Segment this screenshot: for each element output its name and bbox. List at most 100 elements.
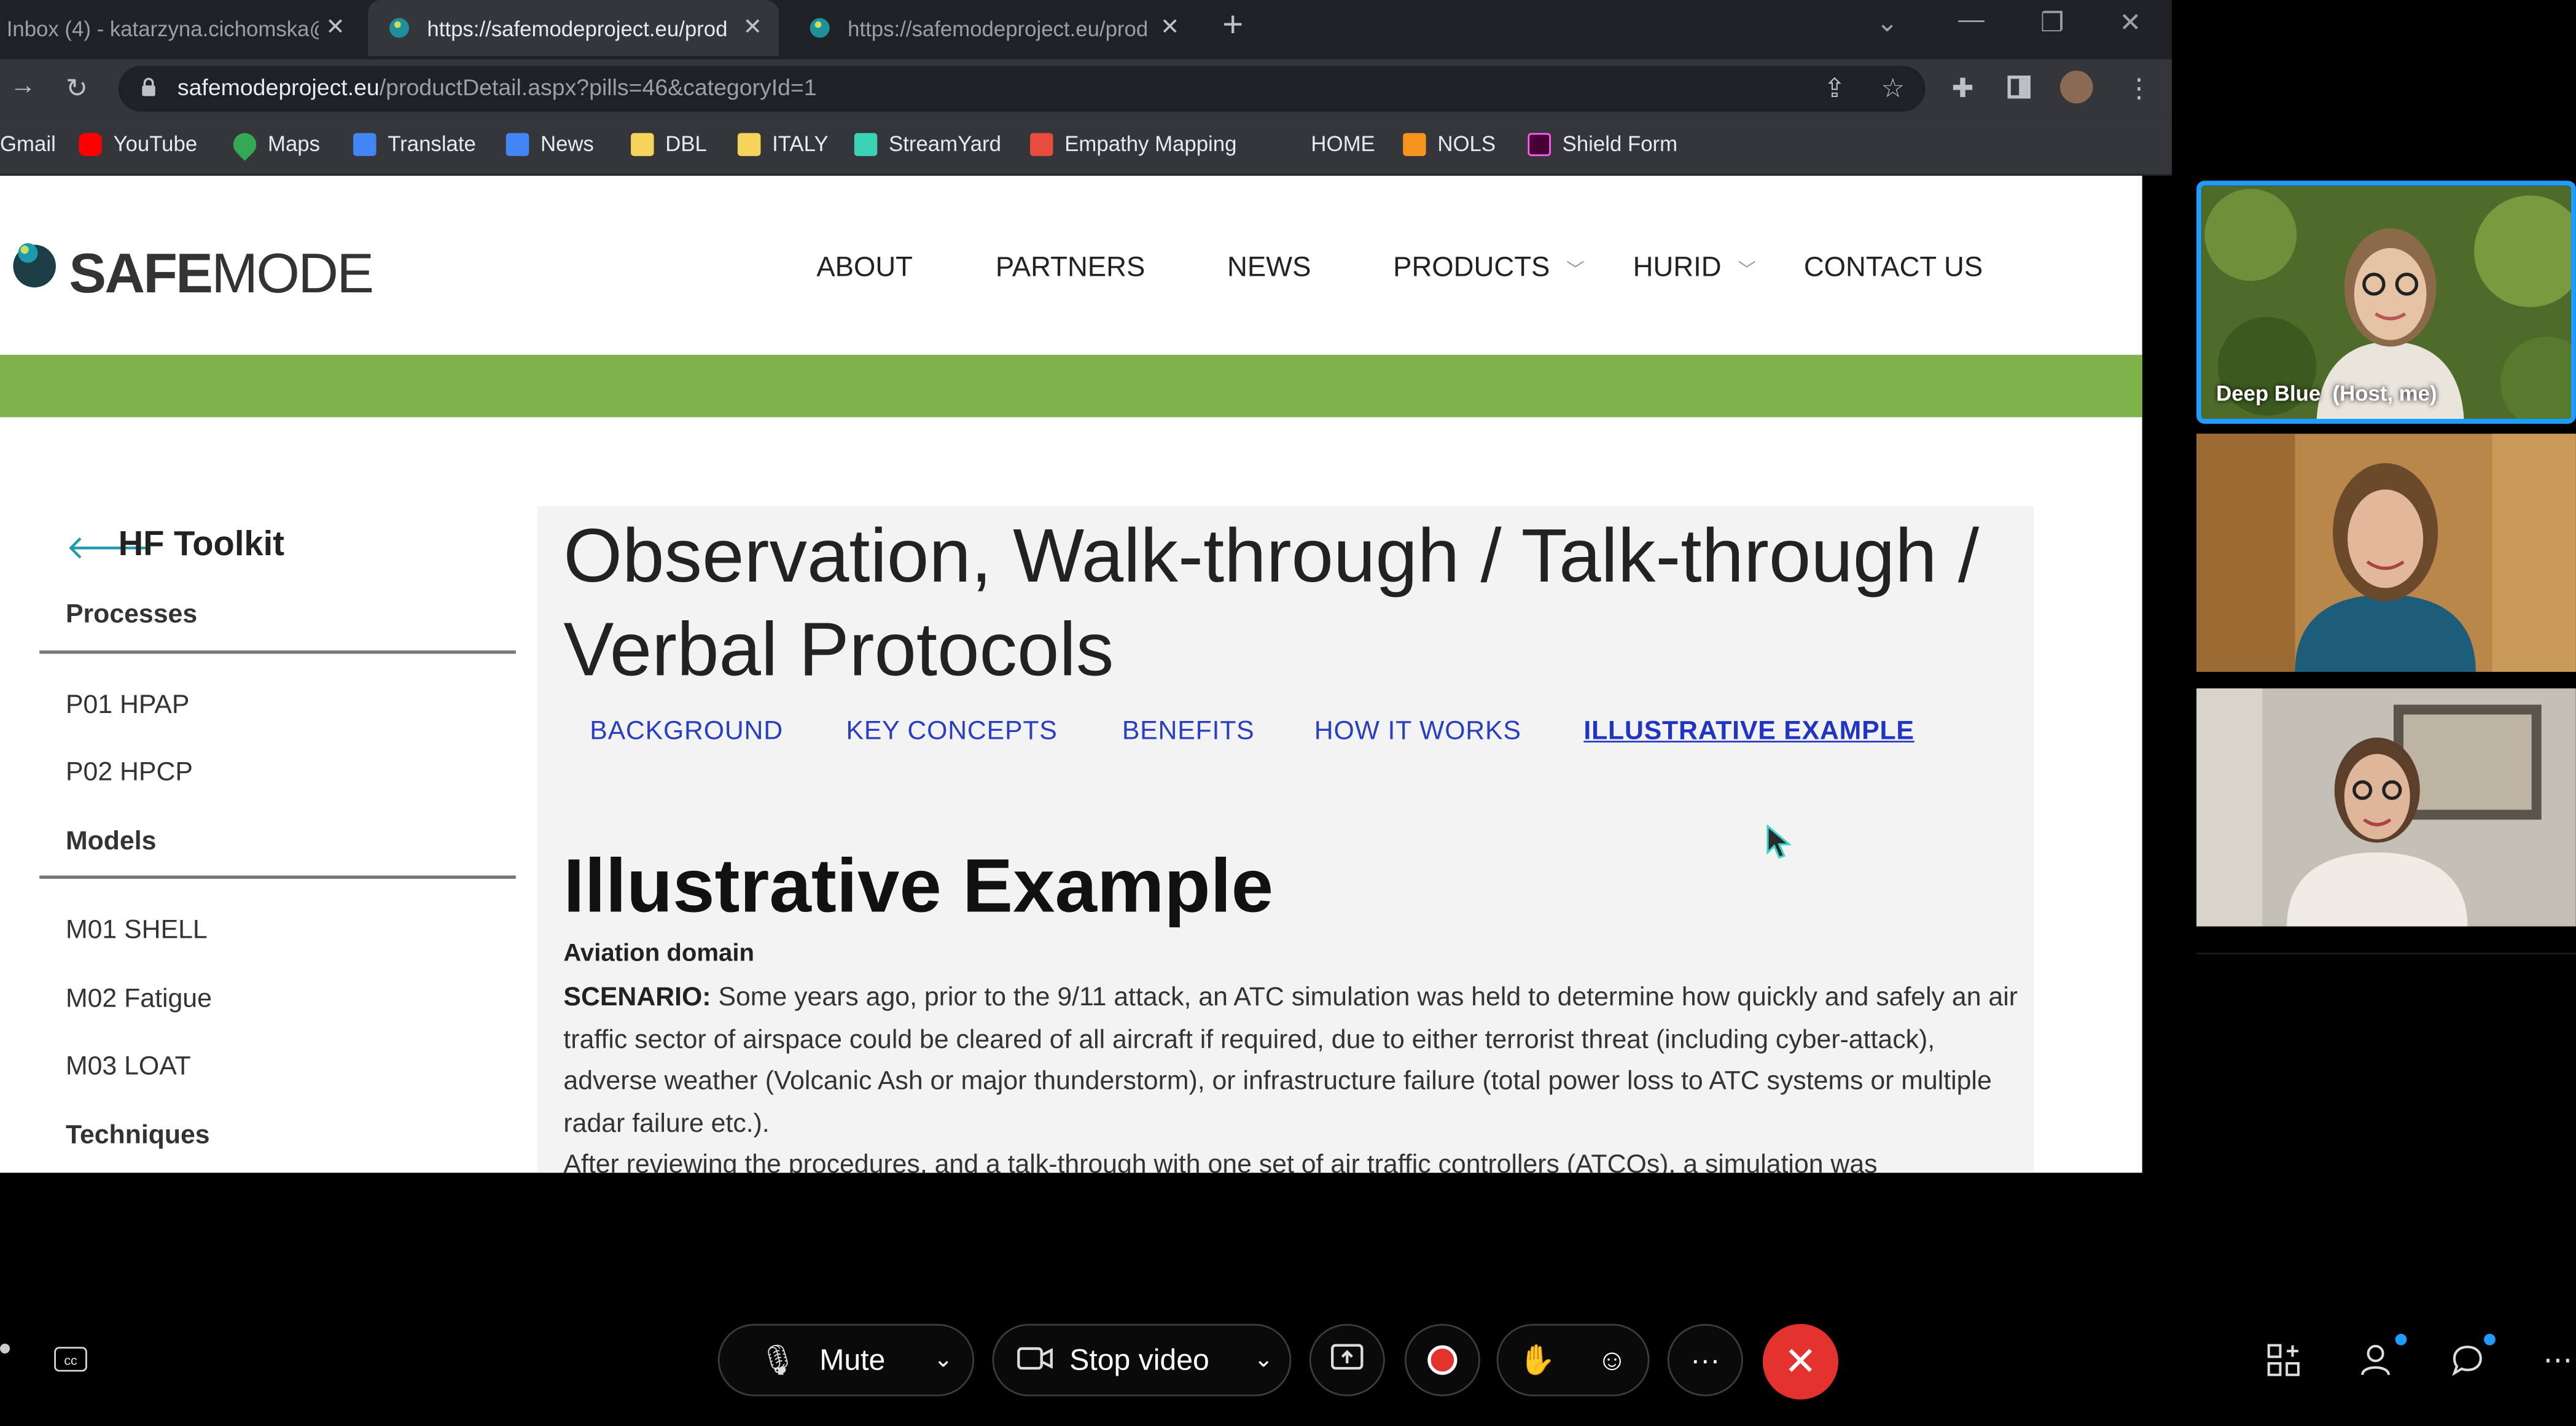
bookmark-folder-italy[interactable]: ITALY (737, 131, 829, 156)
bookmark-gmail[interactable]: Gmail (0, 131, 56, 156)
more-icon[interactable]: ⋯ (2543, 1344, 2572, 1378)
close-window-icon[interactable]: ✕ (2119, 7, 2141, 39)
participant-video-2[interactable] (2196, 434, 2576, 672)
sidebar-heading-techniques[interactable]: Techniques (66, 1122, 210, 1151)
sidebar-item-p01-hpap[interactable]: P01 HPAP (66, 692, 189, 721)
microphone-icon: 🎙 (759, 1342, 797, 1376)
sidebar-title[interactable]: HF Toolkit (119, 526, 284, 565)
bookmark-label: Empathy Mapping (1064, 131, 1237, 157)
reactions-emoji-icon[interactable]: ☺ (1597, 1343, 1627, 1377)
share-screen-button[interactable] (1309, 1323, 1385, 1397)
sidebar-item-m01-shell[interactable]: M01 SHELL (66, 916, 208, 946)
browser-tab-gmail[interactable]: Inbox (4) - katarzyna.cichomska@ ✕ (0, 0, 361, 56)
raise-hand-icon[interactable]: ✋ (1519, 1343, 1556, 1377)
divider (39, 650, 516, 654)
participant-video-3[interactable] (2196, 688, 2576, 927)
notification-dot (2395, 1333, 2407, 1346)
bookmark-maps[interactable]: Maps (228, 127, 321, 160)
closed-captions-icon[interactable]: cc (54, 1347, 87, 1372)
chat-icon[interactable] (2451, 1344, 2484, 1385)
bookmark-empathy-mapping[interactable]: Empathy Mapping (1030, 131, 1236, 156)
bookmark-translate[interactable]: Translate (353, 131, 476, 156)
bookmark-streamyard[interactable]: StreamYard (854, 131, 1001, 156)
sidebar-heading-processes[interactable]: Processes (66, 601, 197, 631)
tab-how-it-works[interactable]: HOW IT WORKS (1314, 718, 1521, 747)
bookmark-star-icon[interactable]: ☆ (1881, 72, 1905, 105)
mute-button[interactable]: 🎙 Mute ⌄ (717, 1323, 975, 1397)
domain-label: Aviation domain (563, 939, 755, 968)
close-tab-icon[interactable]: ✕ (743, 13, 762, 41)
video-feed (2196, 434, 2576, 672)
news-icon (505, 132, 529, 155)
leave-meeting-button[interactable]: ✕ (1762, 1323, 1838, 1400)
side-panel-icon[interactable] (2007, 76, 2031, 99)
share-screen-icon (1331, 1343, 1364, 1377)
lock-icon[interactable] (141, 76, 156, 96)
browser-tab-safemode[interactable]: https://safemodeproject.eu/prod ✕ (786, 0, 1196, 56)
nav-hurid[interactable]: HURID ﹀ (1633, 251, 1756, 284)
tab-search-chevron-icon[interactable]: ⌄ (1876, 7, 1899, 39)
scenario-paragraph: SCENARIO: Some years ago, prior to the 9… (563, 977, 2025, 1145)
folder-icon (737, 132, 761, 155)
logo-safe: SAFE (69, 243, 213, 306)
bookmark-youtube[interactable]: YouTube (79, 131, 197, 156)
restore-icon[interactable]: ❐ (2040, 7, 2064, 39)
sidebar-item-m03-loat[interactable]: M03 LOAT (66, 1053, 191, 1082)
participant-role: (Host, me) (2332, 381, 2437, 406)
close-tab-icon[interactable]: ✕ (326, 13, 345, 41)
extensions-puzzle-icon[interactable]: ✚ (1952, 72, 1974, 105)
bookmark-label: StreamYard (889, 131, 1001, 157)
bookmark-label: Shield Form (1562, 131, 1678, 157)
minimize-icon[interactable]: — (1958, 7, 1985, 36)
apps-icon[interactable] (2267, 1344, 2300, 1385)
bookmark-home[interactable]: HOME (1311, 131, 1375, 156)
forward-icon[interactable]: → (10, 72, 36, 102)
tab-illustrative-example[interactable]: ILLUSTRATIVE EXAMPLE (1583, 718, 1914, 747)
share-icon[interactable]: ⇪ (1824, 72, 1846, 105)
sidebar-item-p02-hpcp[interactable]: P02 HPCP (66, 759, 193, 789)
close-icon: ✕ (1784, 1339, 1817, 1384)
nav-partners[interactable]: PARTNERS (996, 251, 1145, 284)
more-options-icon: ··· (1690, 1342, 1720, 1376)
site-logo-text[interactable]: SAFEMODE (69, 243, 374, 307)
browser-tab-safemode-active[interactable]: https://safemodeproject.eu/prod ✕ (368, 0, 779, 56)
safemode-logo-icon[interactable] (10, 233, 59, 296)
browser-menu-icon[interactable]: ⋮ (2126, 72, 2152, 105)
chevron-down-icon[interactable]: ⌄ (1254, 1346, 1273, 1373)
close-tab-icon[interactable]: ✕ (1160, 13, 1179, 41)
record-button[interactable] (1404, 1323, 1480, 1397)
tab-benefits[interactable]: BENEFITS (1122, 718, 1255, 747)
reload-icon[interactable]: ↻ (66, 72, 88, 105)
divider (2196, 953, 2576, 955)
nav-about[interactable]: ABOUT (816, 251, 913, 284)
bookmark-label: Maps (267, 131, 321, 157)
nav-contact-us[interactable]: CONTACT US (1804, 251, 1983, 284)
nav-news[interactable]: NEWS (1227, 251, 1311, 284)
participants-icon[interactable] (2361, 1344, 2397, 1385)
new-tab-icon[interactable]: + (1222, 3, 1243, 46)
tab-title: https://safemodeproject.eu/prod (848, 15, 1149, 41)
section-heading: Illustrative Example (563, 843, 1274, 929)
bookmark-label: Translate (388, 131, 476, 157)
sidebar-item-m02-fatigue[interactable]: M02 Fatigue (66, 986, 212, 1015)
stop-video-button[interactable]: Stop video ⌄ (992, 1323, 1292, 1397)
bookmark-news[interactable]: News (505, 131, 594, 156)
sidebar-heading-models[interactable]: Models (66, 828, 156, 857)
more-options-button[interactable]: ··· (1667, 1323, 1743, 1397)
xd-icon (1528, 132, 1551, 155)
profile-avatar[interactable] (2060, 71, 2093, 104)
nav-label: PARTNERS (995, 251, 1146, 283)
nav-products[interactable]: PRODUCTS ﹀ (1393, 251, 1584, 284)
mouse-cursor-icon (1766, 824, 1792, 869)
tab-background[interactable]: BACKGROUND (590, 718, 783, 747)
bookmark-folder-dbl[interactable]: DBL (631, 131, 707, 156)
chevron-down-icon[interactable]: ⌄ (934, 1346, 953, 1373)
tab-key-concepts[interactable]: KEY CONCEPTS (846, 718, 1057, 747)
bookmark-shield-form[interactable]: Shield Form (1528, 131, 1677, 156)
maps-icon (228, 127, 262, 160)
translate-icon (353, 132, 377, 155)
bookmark-nols[interactable]: NOLS (1403, 131, 1496, 156)
tab-title: Inbox (4) - katarzyna.cichomska@ (6, 15, 319, 41)
nols-icon (1403, 132, 1426, 155)
url-text[interactable]: safemodeproject.eu/productDetail.aspx?pi… (178, 74, 817, 100)
